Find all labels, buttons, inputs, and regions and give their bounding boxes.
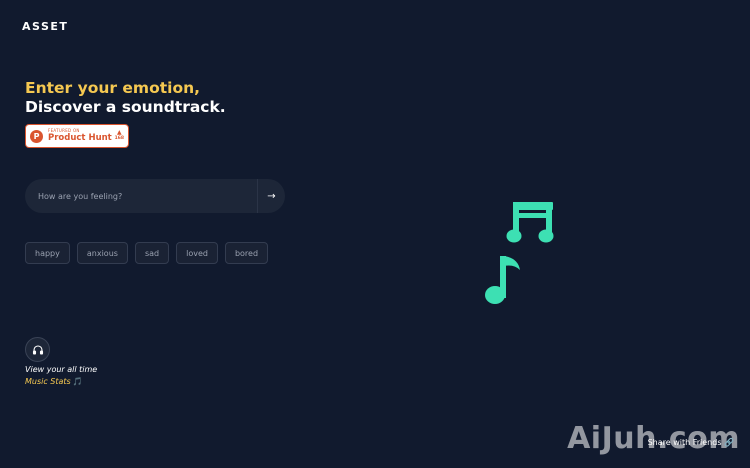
hero-line-1: Enter your emotion, [25,79,201,97]
beamed-notes-icon [506,202,554,243]
emotion-search: → [25,179,285,213]
music-stats-label: Music Stats [25,377,71,386]
chip-anxious[interactable]: anxious [76,242,128,264]
music-notes-illustration [485,202,554,304]
eighth-note-icon [485,256,520,304]
hero-headline: Enter your emotion, Discover a soundtrac… [25,79,226,117]
ph-vote-count: 168 [114,136,124,142]
emotion-chips: happy anxious sad loved bored [25,242,269,264]
hero-line-2: Discover a soundtrack. [25,98,226,116]
headphones-icon [32,344,43,355]
ph-name-label: Product Hunt [48,133,112,144]
app-page: ASSET Enter your emotion, Discover a sou… [0,0,750,468]
share-with-friends-link[interactable]: Share with Friends 🔗 [648,438,734,447]
asset-logo[interactable]: ASSET [22,20,68,33]
music-note-emoji-icon: 🎵 [72,377,83,386]
chip-happy[interactable]: happy [25,242,70,264]
chip-loved[interactable]: loved [176,242,218,264]
product-hunt-icon: P [30,129,43,143]
stats-caption: View your all time [25,365,98,374]
chip-bored[interactable]: bored [224,242,269,264]
music-stats-button[interactable] [25,337,50,362]
music-stats-link[interactable]: Music Stats 🎵 [25,377,83,386]
submit-arrow-icon[interactable]: → [258,179,285,213]
product-hunt-badge[interactable]: P FEATURED ON Product Hunt ▲ 168 [25,124,129,148]
emotion-input[interactable] [25,179,257,213]
chip-sad[interactable]: sad [134,242,170,264]
ph-votes: ▲ 168 [115,130,124,142]
